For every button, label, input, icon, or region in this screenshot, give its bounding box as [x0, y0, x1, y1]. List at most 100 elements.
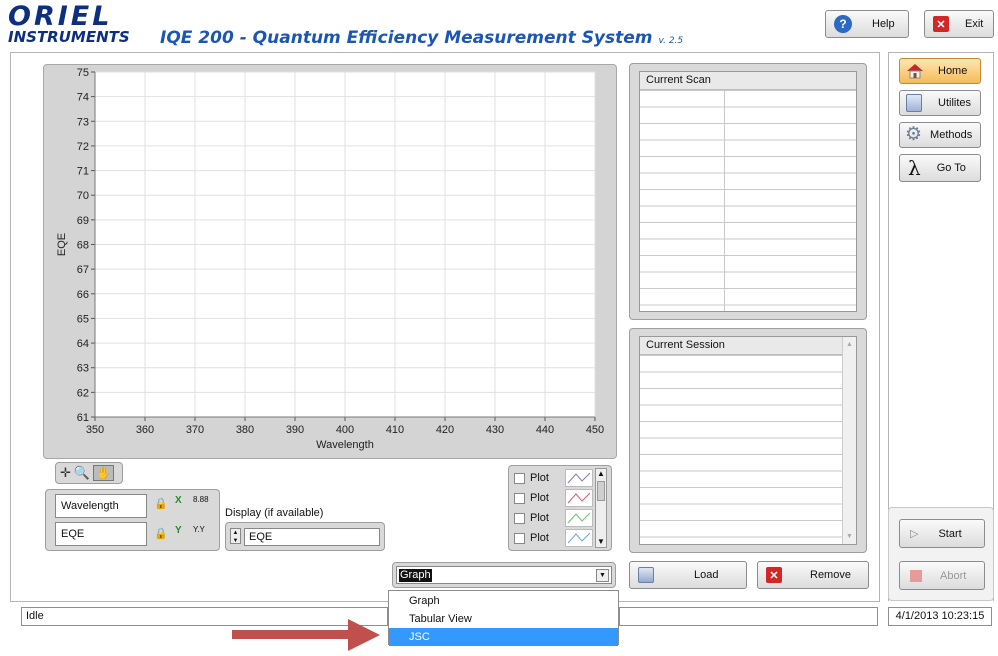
x-tick-label: 370 [186, 424, 204, 436]
legend-checkbox[interactable] [514, 492, 525, 504]
y-autoscale-button[interactable]: Y [175, 525, 182, 536]
view-select-value: Graph [399, 568, 432, 582]
y-tick-label: 68 [77, 240, 89, 252]
legend-row[interactable]: Plot [514, 468, 594, 488]
legend-line [567, 512, 591, 524]
help-button[interactable]: ? Help [825, 10, 909, 38]
methods-label: Methods [930, 129, 973, 141]
graph-palette: ✛ 🔍 ✋ [55, 462, 123, 484]
scroll-up-icon[interactable]: ▲ [596, 469, 606, 479]
folder-icon [638, 567, 654, 583]
status-bar-right [619, 607, 878, 626]
menu-item-jsc[interactable]: JSC [389, 628, 618, 646]
y-axis-name-field[interactable]: EQE [55, 522, 147, 546]
session-scrollbar[interactable]: ▲ ▼ [842, 337, 856, 544]
y-lock-icon[interactable]: 🔒 [154, 527, 168, 540]
y-tick-label: 70 [77, 190, 89, 202]
legend-checkbox[interactable] [514, 512, 525, 524]
legend-line-swatch[interactable] [565, 489, 593, 507]
legend-checkbox[interactable] [514, 472, 525, 484]
home-label: Home [938, 65, 968, 77]
x-tick-label: 410 [386, 424, 404, 436]
current-scan-header: Current Scan [640, 72, 856, 90]
display-value-field[interactable]: EQE [244, 528, 380, 546]
menu-item-graph[interactable]: Graph [389, 592, 618, 610]
y-tick-label: 65 [77, 313, 89, 325]
annotation-arrow-head [348, 619, 380, 651]
load-label: Load [694, 569, 719, 581]
remove-label: Remove [810, 569, 851, 581]
eqe-graph[interactable]: 350 360 370 380 390 400 410 420 430 440 450 75 74 73 7… [43, 64, 615, 457]
home-button[interactable]: Home [899, 58, 981, 84]
zoom-icon[interactable]: 🔍 [74, 465, 90, 481]
goto-button[interactable]: λ Go To [899, 154, 981, 182]
y-tick-label: 67 [77, 264, 89, 276]
lambda-icon: λ [908, 156, 921, 180]
legend-scrollbar[interactable]: ▲ ▼ [595, 468, 607, 548]
legend-label: Plot [530, 532, 549, 544]
legend-line [567, 472, 591, 484]
exit-button[interactable]: ✕ Exit [924, 10, 994, 38]
start-button[interactable]: ▷ Start [899, 519, 985, 548]
annotation-arrow [232, 619, 380, 651]
scroll-down-icon[interactable]: ▼ [596, 537, 606, 547]
play-icon: ▷ [910, 528, 919, 540]
legend-label: Plot [530, 492, 549, 504]
y-format-button[interactable]: Y.Y [193, 525, 205, 534]
x-tick-label: 440 [536, 424, 554, 436]
app-version: v. 2.5 [658, 36, 684, 46]
chevron-down-icon[interactable]: ▼ [596, 568, 609, 582]
y-tick-label: 71 [77, 166, 89, 178]
y-tick-label: 75 [77, 67, 89, 79]
current-scan-column-divider [724, 90, 725, 311]
x-autoscale-button[interactable]: X [175, 495, 182, 506]
current-scan-rows [640, 90, 856, 311]
exit-label: Exit [965, 18, 984, 30]
remove-button[interactable]: ✕ Remove [757, 561, 869, 589]
legend-row[interactable]: Plot [514, 488, 594, 508]
x-axis-name-field[interactable]: Wavelength [55, 494, 147, 518]
legend-line-swatch[interactable] [565, 469, 593, 487]
legend-line [567, 532, 591, 544]
display-stepper[interactable]: ▲ ▼ [230, 528, 241, 544]
abort-button[interactable]: Abort [899, 561, 985, 590]
app-title-text: IQE 200 - Quantum Efficiency Measurement… [160, 28, 653, 48]
datetime-display: 4/1/2013 10:23:15 [888, 607, 992, 626]
scroll-thumb[interactable] [597, 481, 605, 501]
start-label: Start [938, 527, 962, 540]
y-tick-label: 63 [77, 363, 89, 375]
cursor-icon[interactable]: ✛ [60, 465, 71, 481]
menu-item-tabular-view[interactable]: Tabular View [389, 610, 618, 628]
x-lock-icon[interactable]: 🔒 [154, 497, 168, 510]
current-scan-table[interactable]: Current Scan [639, 71, 857, 312]
close-icon: ✕ [933, 16, 949, 32]
legend-row[interactable]: Plot [514, 528, 594, 548]
session-scroll-up-icon[interactable]: ▲ [843, 341, 856, 348]
legend-row[interactable]: Plot [514, 508, 594, 528]
methods-button[interactable]: ⚙ Methods [899, 122, 981, 148]
utilities-icon [906, 94, 922, 112]
help-icon: ? [834, 15, 852, 33]
stop-icon [910, 569, 922, 582]
current-session-list[interactable]: Current Session ▲ ▼ [639, 336, 857, 545]
gear-icon: ⚙ [905, 124, 923, 145]
legend-line-swatch[interactable] [565, 509, 593, 527]
legend-line [567, 492, 591, 504]
legend-line-swatch[interactable] [565, 529, 593, 547]
y-tick-label: 73 [77, 116, 89, 128]
x-tick-label: 350 [86, 424, 104, 436]
x-tick-label: 450 [586, 424, 604, 436]
x-format-button[interactable]: 8.88 [193, 495, 209, 504]
pan-hand-icon[interactable]: ✋ [93, 465, 115, 481]
utilities-label: Utilites [938, 97, 972, 109]
session-scroll-down-icon[interactable]: ▼ [843, 533, 856, 540]
oriel-logo-text: ORIEL [8, 1, 113, 32]
y-tick-label: 64 [77, 338, 89, 350]
legend-label: Plot [530, 512, 549, 524]
utilities-button[interactable]: Utilites [899, 90, 981, 116]
x-tick-label: 390 [286, 424, 304, 436]
goto-label: Go To [936, 162, 966, 174]
legend-checkbox[interactable] [514, 532, 525, 544]
load-button[interactable]: Load [629, 561, 747, 589]
view-select[interactable]: Graph ▼ [396, 566, 612, 584]
